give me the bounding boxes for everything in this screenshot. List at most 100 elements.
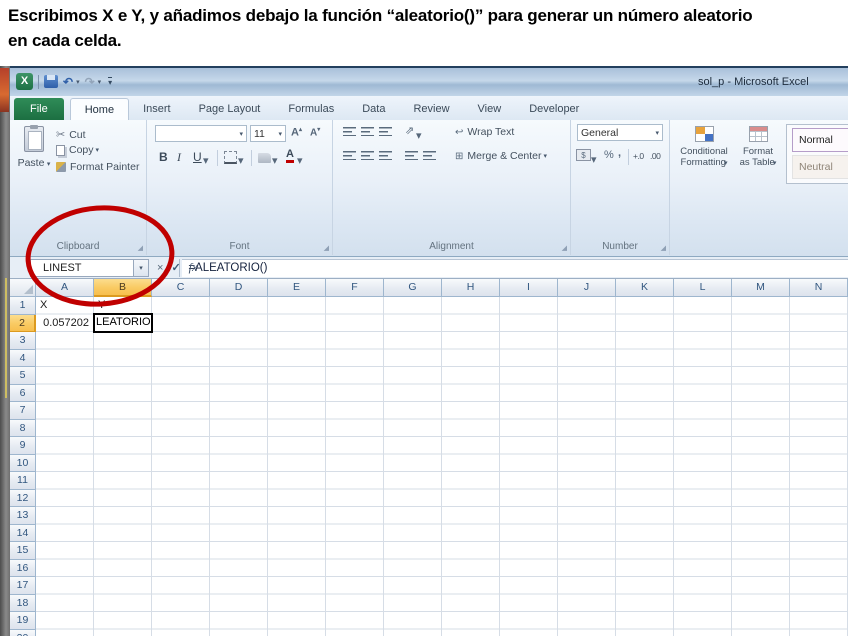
row-header-9[interactable]: 9: [10, 437, 36, 455]
undo-icon[interactable]: ↶: [63, 75, 73, 89]
select-all-corner[interactable]: [10, 279, 36, 297]
grow-font-icon[interactable]: A▴: [291, 126, 302, 139]
percent-button[interactable]: %: [604, 149, 614, 161]
redo-dropdown-icon[interactable]: ▾: [98, 78, 102, 86]
cell-b1[interactable]: Y: [94, 297, 151, 315]
column-header-c[interactable]: C: [152, 279, 210, 297]
font-name-combo[interactable]: ▾: [155, 125, 247, 142]
row-header-10[interactable]: 10: [10, 455, 36, 473]
increase-decimal-button[interactable]: +.0: [633, 151, 644, 161]
column-header-l[interactable]: L: [674, 279, 732, 297]
font-size-combo[interactable]: 11 ▾: [250, 125, 286, 142]
redo-icon[interactable]: ↷: [85, 75, 95, 89]
chevron-down-icon[interactable]: ▾: [591, 153, 597, 166]
align-bottom-icon[interactable]: [379, 127, 392, 136]
cell-a2[interactable]: 0.057202: [36, 315, 93, 333]
dialog-launcher-icon[interactable]: ◢: [562, 244, 567, 252]
decrease-indent-icon[interactable]: [405, 151, 418, 160]
name-box-dropdown-icon[interactable]: ▾: [134, 259, 149, 277]
enter-button[interactable]: ✓: [171, 261, 180, 274]
row-header-2[interactable]: 2: [10, 315, 36, 333]
decrease-decimal-button[interactable]: .00: [650, 151, 660, 161]
row-header-19[interactable]: 19: [10, 612, 36, 630]
chevron-down-icon[interactable]: ▾: [203, 154, 209, 167]
excel-logo-icon[interactable]: X: [16, 73, 33, 90]
edit-cell-b2[interactable]: LEATORIO(: [93, 313, 153, 333]
dialog-launcher-icon[interactable]: ◢: [661, 244, 666, 252]
tab-home[interactable]: Home: [70, 98, 129, 120]
cut-button[interactable]: ✂ Cut: [56, 128, 86, 141]
bold-button[interactable]: B: [159, 150, 168, 164]
fill-color-icon[interactable]: [258, 153, 271, 163]
paste-button[interactable]: Paste ▾: [16, 124, 52, 186]
copy-button[interactable]: Copy ▾: [56, 144, 99, 156]
column-header-e[interactable]: E: [268, 279, 326, 297]
save-icon[interactable]: [44, 75, 58, 88]
format-painter-button[interactable]: Format Painter: [56, 161, 139, 173]
tab-insert[interactable]: Insert: [129, 98, 185, 120]
column-header-g[interactable]: G: [384, 279, 442, 297]
row-header-3[interactable]: 3: [10, 332, 36, 350]
number-format-combo[interactable]: General ▾: [577, 124, 663, 141]
accounting-format-icon[interactable]: $: [576, 149, 591, 161]
align-top-icon[interactable]: [343, 127, 356, 136]
tab-view[interactable]: View: [464, 98, 516, 120]
row-header-12[interactable]: 12: [10, 490, 36, 508]
chevron-down-icon[interactable]: ▾: [238, 154, 244, 167]
style-neutral[interactable]: Neutral: [792, 155, 848, 179]
row-header-7[interactable]: 7: [10, 402, 36, 420]
column-header-n[interactable]: N: [790, 279, 848, 297]
merge-center-button[interactable]: ⊞ Merge & Center ▾: [455, 150, 547, 162]
tab-developer[interactable]: Developer: [515, 98, 593, 120]
undo-dropdown-icon[interactable]: ▾: [76, 78, 80, 86]
font-color-icon[interactable]: A: [286, 149, 294, 163]
orientation-icon[interactable]: ⇗: [405, 124, 414, 137]
row-header-13[interactable]: 13: [10, 507, 36, 525]
tab-formulas[interactable]: Formulas: [274, 98, 348, 120]
align-middle-icon[interactable]: [361, 127, 374, 136]
row-header-11[interactable]: 11: [10, 472, 36, 490]
column-header-m[interactable]: M: [732, 279, 790, 297]
cell-a1[interactable]: X: [36, 297, 93, 315]
format-as-table-button[interactable]: Format as Table▾: [734, 124, 782, 169]
chevron-down-icon[interactable]: ▾: [297, 154, 303, 167]
wrap-text-button[interactable]: ↩ Wrap Text: [455, 126, 514, 138]
row-header-16[interactable]: 16: [10, 560, 36, 578]
align-center-icon[interactable]: [361, 151, 374, 160]
underline-button[interactable]: U: [193, 150, 202, 164]
row-header-18[interactable]: 18: [10, 595, 36, 613]
row-header-17[interactable]: 17: [10, 577, 36, 595]
cancel-button[interactable]: ×: [157, 262, 163, 274]
tab-review[interactable]: Review: [399, 98, 463, 120]
conditional-formatting-button[interactable]: Conditional Formatting▾: [678, 124, 730, 169]
borders-icon[interactable]: [224, 151, 237, 164]
tab-file[interactable]: File: [14, 98, 64, 120]
column-header-d[interactable]: D: [210, 279, 268, 297]
customize-quick-access-icon[interactable]: ▾: [108, 77, 112, 87]
align-right-icon[interactable]: [379, 151, 392, 160]
column-header-k[interactable]: K: [616, 279, 674, 297]
italic-button[interactable]: I: [177, 150, 181, 165]
row-header-5[interactable]: 5: [10, 367, 36, 385]
dialog-launcher-icon[interactable]: ◢: [138, 244, 143, 252]
row-header-6[interactable]: 6: [10, 385, 36, 403]
chevron-down-icon[interactable]: ▾: [272, 154, 278, 167]
insert-function-button[interactable]: fx: [189, 260, 198, 275]
column-header-b[interactable]: B: [94, 279, 152, 297]
formula-input[interactable]: =ALEATORIO(): [182, 259, 848, 277]
column-header-i[interactable]: I: [500, 279, 558, 297]
dialog-launcher-icon[interactable]: ◢: [324, 244, 329, 252]
row-header-4[interactable]: 4: [10, 350, 36, 368]
tab-page-layout[interactable]: Page Layout: [185, 98, 275, 120]
chevron-down-icon[interactable]: ▾: [416, 129, 422, 142]
shrink-font-icon[interactable]: A▾: [310, 126, 320, 138]
style-normal[interactable]: Normal: [792, 128, 848, 152]
align-left-icon[interactable]: [343, 151, 356, 160]
column-header-a[interactable]: A: [36, 279, 94, 297]
row-header-14[interactable]: 14: [10, 525, 36, 543]
comma-button[interactable]: ,: [618, 147, 621, 159]
column-header-f[interactable]: F: [326, 279, 384, 297]
increase-indent-icon[interactable]: [423, 151, 436, 160]
row-header-15[interactable]: 15: [10, 542, 36, 560]
row-header-1[interactable]: 1: [10, 297, 36, 315]
